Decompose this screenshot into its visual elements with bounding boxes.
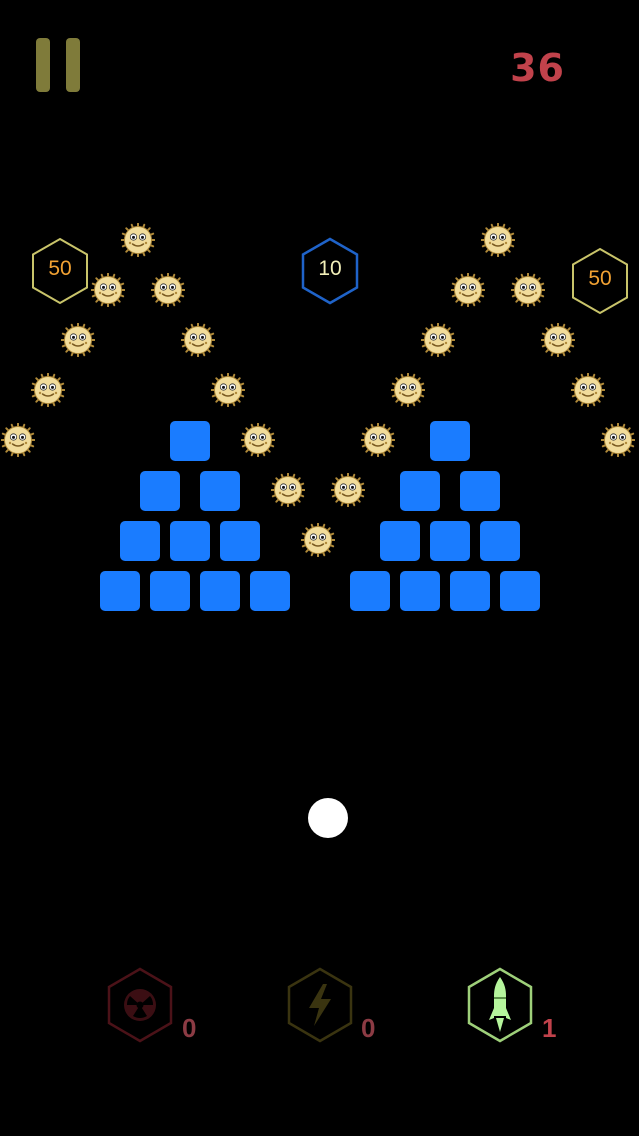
fuzzy-creature-icon bbox=[420, 322, 456, 358]
brick bbox=[430, 421, 470, 461]
ball[interactable] bbox=[308, 798, 348, 838]
brick bbox=[100, 571, 140, 611]
brick bbox=[250, 571, 290, 611]
fuzzy-creature-icon bbox=[360, 422, 396, 458]
fuzzy-creature-icon bbox=[90, 272, 126, 308]
bonus-value: 50 bbox=[588, 267, 612, 290]
fuzzy-creature-icon bbox=[480, 222, 516, 258]
brick bbox=[220, 521, 260, 561]
brick bbox=[480, 521, 520, 561]
brick bbox=[380, 521, 420, 561]
brick bbox=[450, 571, 490, 611]
score-counter: 36 bbox=[510, 46, 565, 90]
lightning-powerup-button[interactable] bbox=[285, 966, 355, 1044]
brick bbox=[170, 521, 210, 561]
bonus-value: 50 bbox=[48, 257, 72, 280]
brick bbox=[500, 571, 540, 611]
fuzzy-creature-icon bbox=[390, 372, 426, 408]
pause-button[interactable] bbox=[34, 38, 84, 94]
pause-icon bbox=[66, 38, 80, 92]
brick bbox=[200, 471, 240, 511]
bonus-hex: 50 bbox=[570, 247, 630, 315]
fuzzy-creature-icon bbox=[240, 422, 276, 458]
fuzzy-creature-icon bbox=[570, 372, 606, 408]
brick bbox=[120, 521, 160, 561]
bonus-hex: 10 bbox=[300, 237, 360, 305]
fuzzy-creature-icon bbox=[180, 322, 216, 358]
brick bbox=[140, 471, 180, 511]
missile-icon bbox=[489, 977, 511, 1032]
fuzzy-creature-icon bbox=[30, 372, 66, 408]
fuzzy-creature-icon bbox=[120, 222, 156, 258]
pause-icon bbox=[36, 38, 50, 92]
brick bbox=[430, 521, 470, 561]
brick bbox=[150, 571, 190, 611]
fuzzy-creature-icon bbox=[510, 272, 546, 308]
brick bbox=[460, 471, 500, 511]
fuzzy-creature-icon bbox=[600, 422, 636, 458]
radiation-count: 0 bbox=[182, 1013, 197, 1043]
fuzzy-creature-icon bbox=[150, 272, 186, 308]
brick bbox=[400, 471, 440, 511]
game-board[interactable]: 36 50 10 50 0 0 1 bbox=[0, 0, 639, 1136]
fuzzy-creature-icon bbox=[270, 472, 306, 508]
fuzzy-creature-icon bbox=[300, 522, 336, 558]
missile-count: 1 bbox=[542, 1013, 557, 1043]
fuzzy-creature-icon bbox=[60, 322, 96, 358]
brick bbox=[200, 571, 240, 611]
fuzzy-creature-icon bbox=[0, 422, 36, 458]
bonus-hex: 50 bbox=[30, 237, 90, 305]
fuzzy-creature-icon bbox=[210, 372, 246, 408]
brick bbox=[400, 571, 440, 611]
missile-powerup-button[interactable] bbox=[465, 966, 535, 1044]
lightning-icon bbox=[309, 984, 331, 1026]
radiation-icon bbox=[124, 989, 156, 1021]
lightning-count: 0 bbox=[361, 1013, 376, 1043]
bonus-value: 10 bbox=[318, 257, 342, 280]
fuzzy-creature-icon bbox=[450, 272, 486, 308]
radiation-powerup-button[interactable] bbox=[105, 966, 175, 1044]
fuzzy-creature-icon bbox=[330, 472, 366, 508]
brick bbox=[350, 571, 390, 611]
brick bbox=[170, 421, 210, 461]
fuzzy-creature-icon bbox=[540, 322, 576, 358]
